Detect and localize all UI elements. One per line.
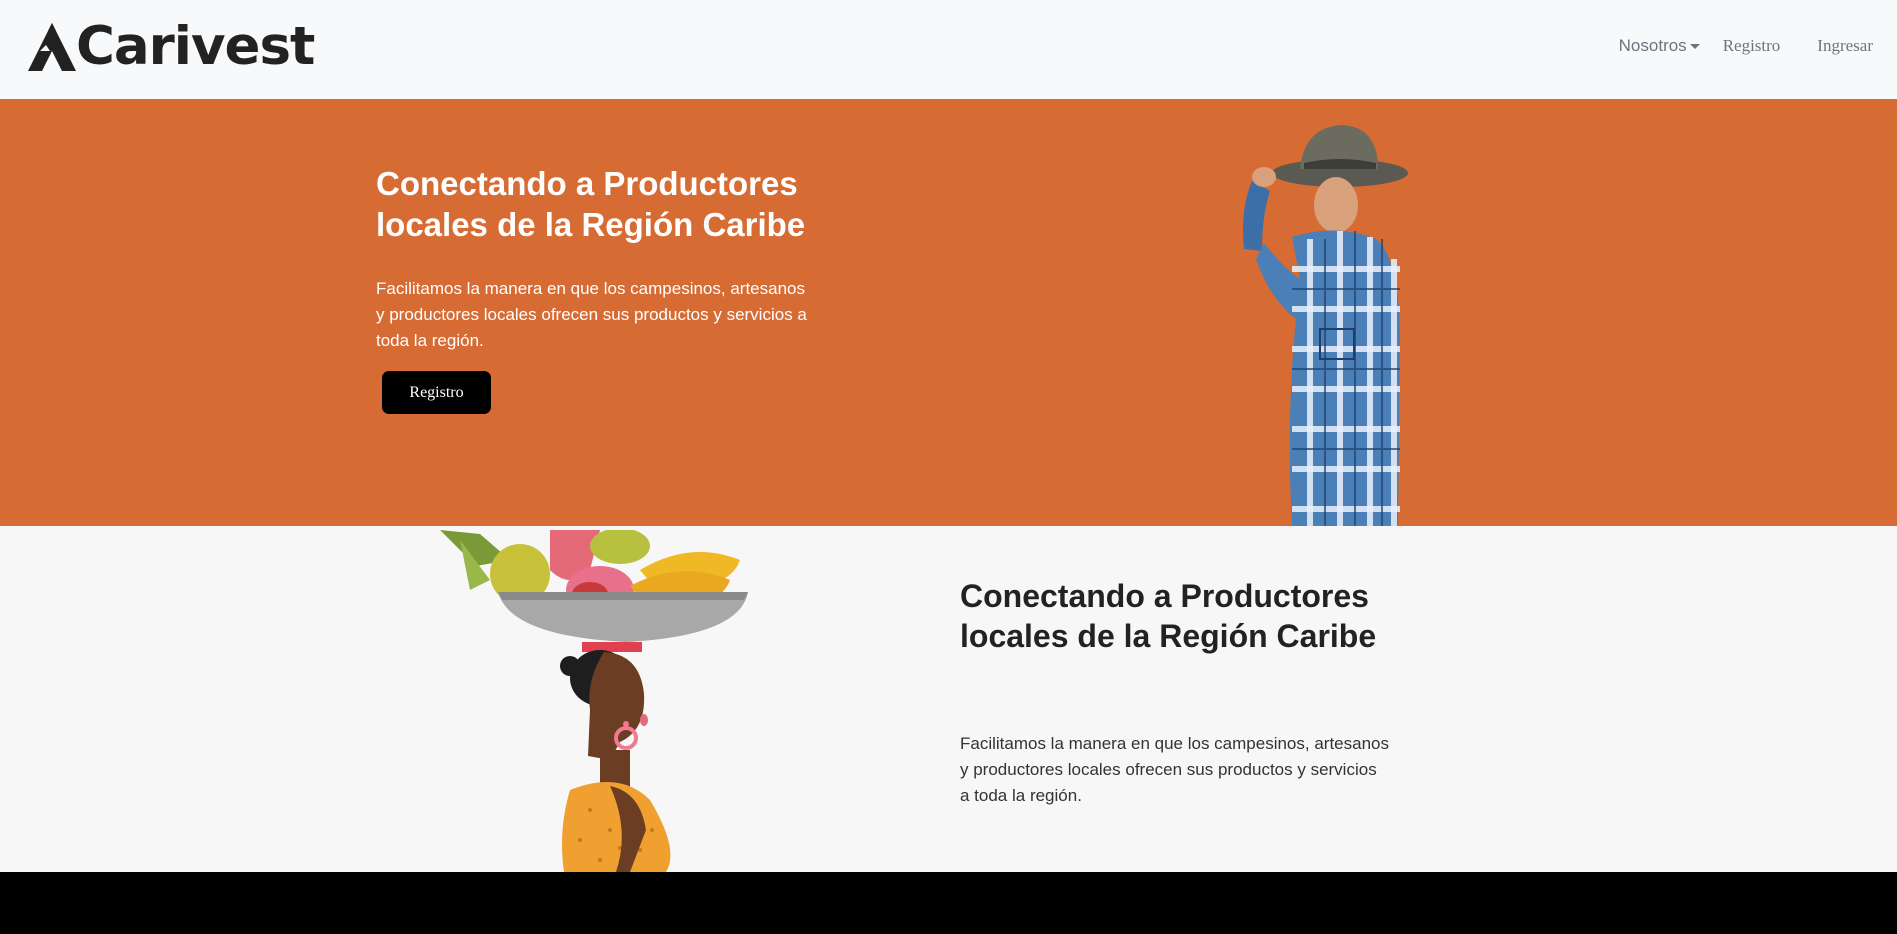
nav-links: Nosotros Registro Ingresar	[1619, 36, 1873, 56]
brand-name: Carivest	[76, 16, 315, 77]
section-title: Conectando a Productores locales de la R…	[960, 578, 1377, 654]
section-description: Facilitamos la manera en que los campesi…	[960, 734, 1389, 805]
nav-dropdown-label: Nosotros	[1618, 36, 1687, 55]
footer-band	[0, 872, 1897, 934]
navbar: Carivest Nosotros Registro Ingresar	[0, 0, 1897, 99]
nav-link-ingresar[interactable]: Ingresar	[1817, 36, 1873, 56]
intro-section: Conectando a Productores locales de la R…	[0, 526, 1897, 872]
mountain-a-icon	[28, 23, 76, 71]
farmer-illustration	[1243, 125, 1408, 526]
nav-dropdown-nosotros[interactable]: Nosotros	[1619, 36, 1700, 56]
hero-title: Conectando a Productores locales de la R…	[376, 165, 806, 243]
hero-register-button[interactable]: Registro	[382, 371, 491, 414]
fruit-vendor-illustration	[440, 530, 748, 872]
brand-logo[interactable]: Carivest	[26, 16, 315, 77]
hero-section: Conectando a Productores locales de la R…	[0, 99, 1897, 526]
nav-link-registro[interactable]: Registro	[1723, 36, 1781, 56]
hero-description: Facilitamos la manera en que los campesi…	[376, 279, 807, 350]
caret-down-icon	[1689, 43, 1700, 49]
